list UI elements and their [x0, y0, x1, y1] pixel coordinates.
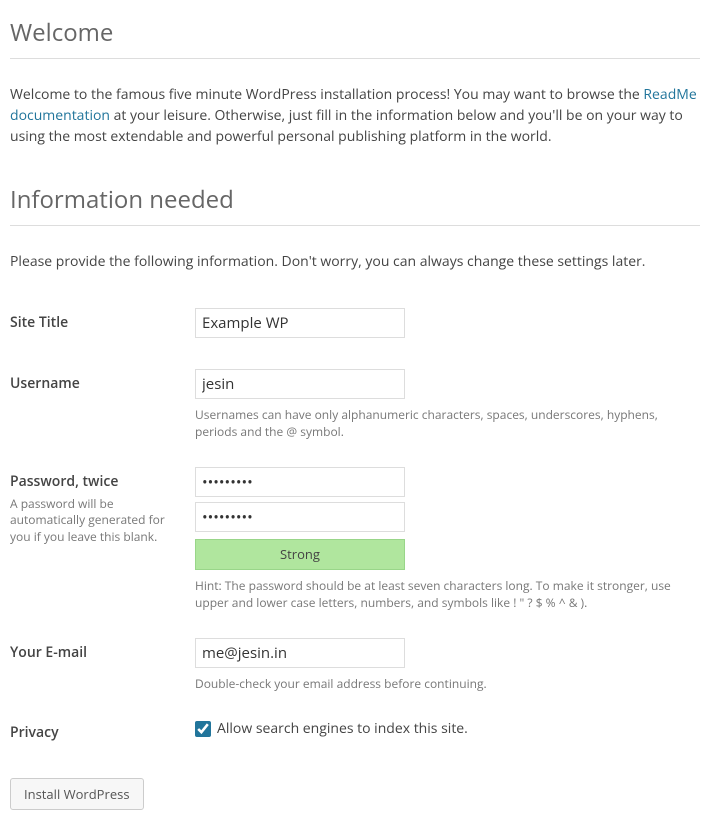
welcome-heading: Welcome	[10, 15, 700, 59]
intro-text: Welcome to the famous five minute WordPr…	[10, 84, 700, 147]
site-title-label: Site Title	[10, 302, 195, 363]
password-label: Password, twice	[10, 472, 118, 491]
privacy-checkbox-label: Allow search engines to index this site.	[217, 718, 468, 739]
privacy-checkbox[interactable]	[195, 721, 211, 737]
password-strength-meter: Strong	[195, 539, 405, 571]
password-label-desc: A password will be automatically generat…	[10, 496, 170, 546]
intro-pre: Welcome to the famous five minute WordPr…	[10, 85, 643, 104]
username-desc: Usernames can have only alphanumeric cha…	[195, 407, 700, 441]
site-title-input[interactable]	[195, 308, 405, 338]
email-desc: Double-check your email address before c…	[195, 676, 700, 693]
info-needed-heading: Information needed	[10, 182, 700, 226]
install-button[interactable]: Install WordPress	[10, 778, 144, 810]
privacy-label: Privacy	[10, 712, 195, 763]
password-hint: Hint: The password should be at least se…	[195, 578, 700, 612]
info-subtext: Please provide the following information…	[10, 251, 700, 272]
email-input[interactable]	[195, 638, 405, 668]
password-input-2[interactable]	[195, 502, 405, 532]
password-input-1[interactable]	[195, 467, 405, 497]
intro-post: at your leisure. Otherwise, just fill in…	[10, 106, 683, 146]
username-label: Username	[10, 363, 195, 461]
username-input[interactable]	[195, 369, 405, 399]
email-label: Your E-mail	[10, 632, 195, 713]
